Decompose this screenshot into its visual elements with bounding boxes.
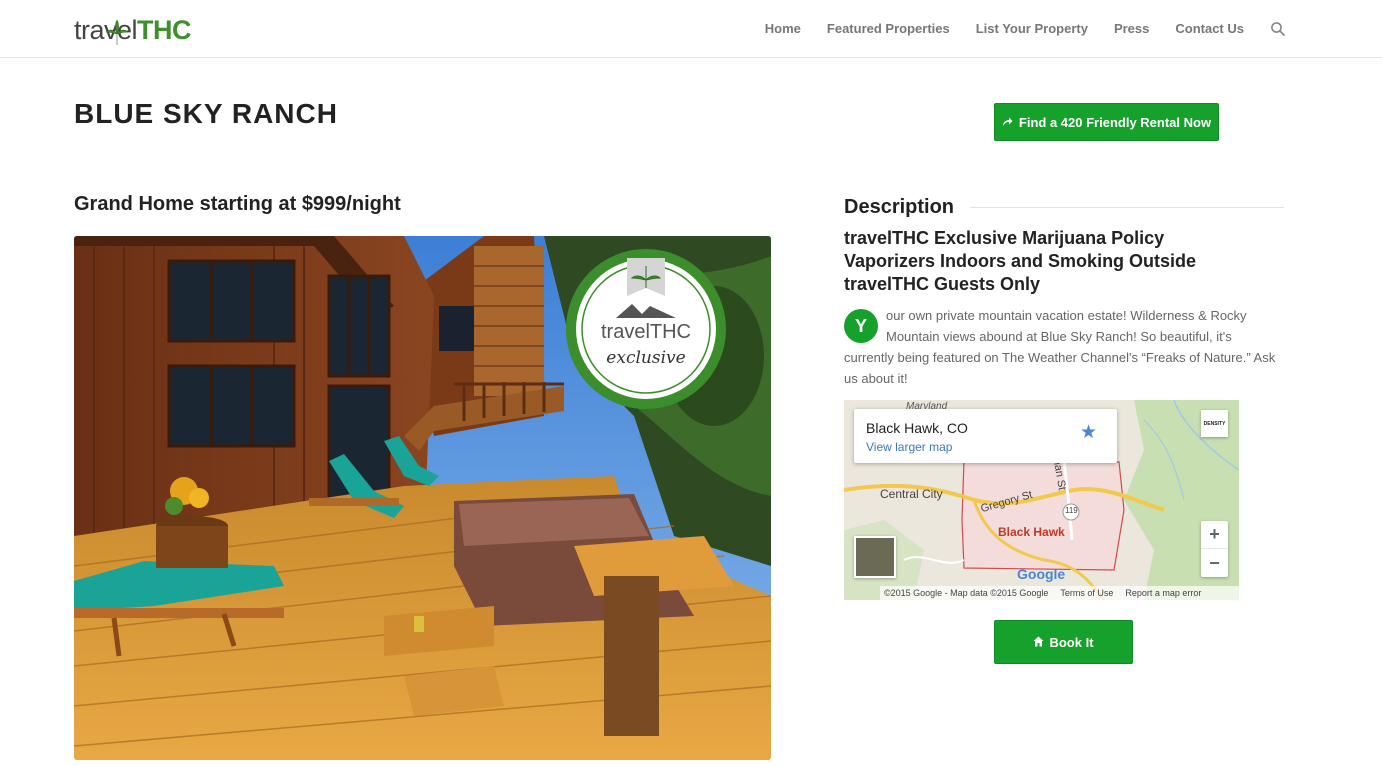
map-report-link[interactable]: Report a map error (1125, 588, 1201, 598)
logo-thc: THC (137, 14, 192, 45)
policy-line: Vaporizers Indoors and Smoking Outside (844, 251, 1197, 271)
exclusive-badge: travelTHC exclusive (566, 249, 726, 409)
zoom-in-button[interactable]: + (1201, 521, 1228, 549)
map-attribution: ©2015 Google - Map data ©2015 Google (884, 588, 1049, 598)
map-place-name: Black Hawk, CO (866, 420, 968, 436)
save-star-icon[interactable]: ★ (1080, 421, 1097, 444)
description-heading: Description (844, 195, 955, 218)
google-logo: Google (1017, 566, 1066, 582)
nav-contact-us[interactable]: Contact Us (1175, 21, 1244, 36)
policy-line: travelTHC Guests Only (844, 274, 1041, 294)
property-subtitle: Grand Home starting at $999/night (74, 193, 401, 215)
book-it-button[interactable]: Book It (994, 620, 1133, 664)
nav-home[interactable]: Home (765, 21, 801, 36)
logo-text: travelTHC (74, 14, 192, 46)
satellite-toggle[interactable] (854, 536, 896, 578)
map-brand-badge[interactable]: DENSITY (1201, 410, 1228, 437)
map-footer: ©2015 Google - Map data ©2015 Google Ter… (880, 586, 1239, 600)
nav-press[interactable]: Press (1114, 21, 1149, 36)
find-rental-button[interactable]: Find a 420 Friendly Rental Now (994, 103, 1219, 141)
map-zoom-control: + − (1201, 521, 1228, 577)
book-it-label: Book It (1049, 634, 1094, 650)
description-text: our own private mountain vacation estate… (844, 308, 1276, 386)
nav-list-your-property[interactable]: List Your Property (976, 21, 1088, 36)
map-label-route: 119 (1065, 506, 1078, 515)
svg-text:exclusive: exclusive (606, 348, 685, 368)
map-terms-link[interactable]: Terms of Use (1060, 588, 1113, 598)
main-nav: Home Featured Properties List Your Prope… (765, 0, 1286, 57)
map-label-black-hawk: Black Hawk (998, 525, 1065, 539)
site-header: travelTHC Home Featured Properties List … (0, 0, 1382, 58)
description-body: Y our own private mountain vacation esta… (844, 305, 1284, 389)
description-heading-row: Description (844, 193, 1284, 221)
find-rental-label: Find a 420 Friendly Rental Now (1018, 114, 1212, 130)
home-icon (1033, 635, 1044, 650)
zoom-out-button[interactable]: − (1201, 549, 1228, 577)
cannabis-leaf-icon (105, 20, 129, 45)
view-larger-map-link[interactable]: View larger map (866, 440, 952, 454)
description-policy: travelTHC Exclusive Marijuana Policy Vap… (844, 227, 1284, 296)
nav-featured-properties[interactable]: Featured Properties (827, 21, 950, 36)
dropcap-letter: Y (844, 309, 878, 343)
share-arrow-icon (1002, 115, 1013, 130)
site-logo[interactable]: travelTHC (74, 12, 192, 48)
search-icon[interactable] (1270, 21, 1286, 37)
map-info-card: Black Hawk, CO View larger map ★ (854, 409, 1117, 463)
heading-divider (970, 206, 1284, 208)
location-map[interactable]: Maryland Central City Gregory St hman St… (844, 400, 1239, 600)
svg-text:travelTHC: travelTHC (601, 321, 691, 343)
property-photo: travelTHC exclusive (74, 236, 771, 760)
map-label-central-city: Central City (880, 487, 943, 501)
page-title: BLUE SKY RANCH (74, 98, 338, 129)
policy-line: travelTHC Exclusive Marijuana Policy (844, 228, 1165, 248)
property-photo-image: travelTHC exclusive (74, 236, 771, 760)
